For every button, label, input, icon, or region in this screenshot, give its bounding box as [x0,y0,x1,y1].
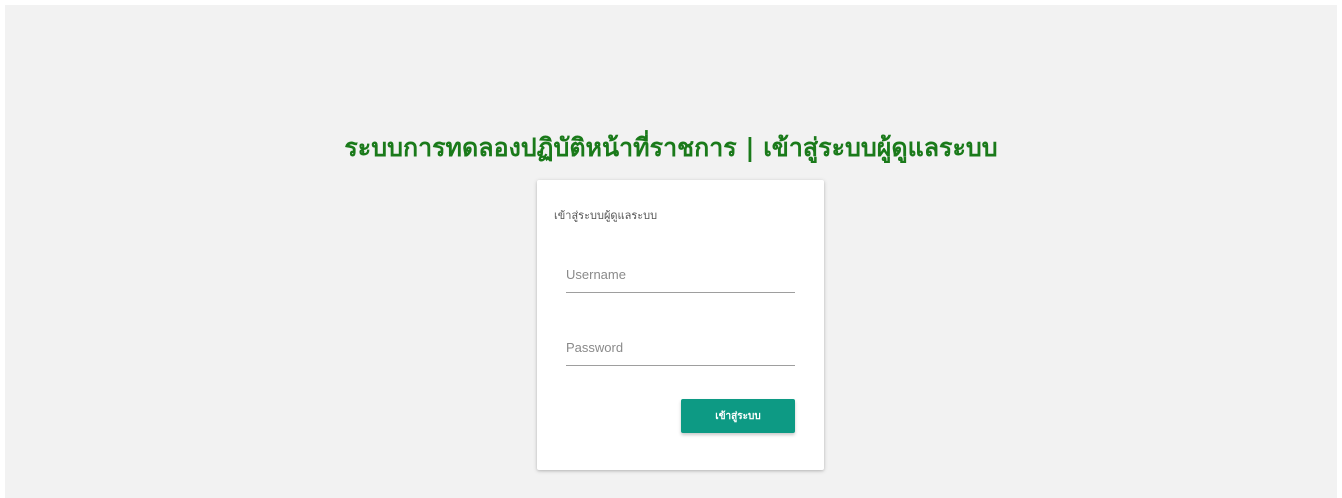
password-input[interactable] [566,336,795,366]
page-background: ระบบการทดลองปฏิบัติหน้าที่ราชการ | เข้าส… [5,5,1337,498]
login-button[interactable]: เข้าสู่ระบบ [681,399,795,433]
page-title: ระบบการทดลองปฏิบัติหน้าที่ราชการ | เข้าส… [344,133,998,162]
login-card-heading: เข้าสู่ระบบผู้ดูแลระบบ [554,209,658,222]
username-input[interactable] [566,263,795,293]
login-card: เข้าสู่ระบบผู้ดูแลระบบ เข้าสู่ระบบ [537,180,824,470]
